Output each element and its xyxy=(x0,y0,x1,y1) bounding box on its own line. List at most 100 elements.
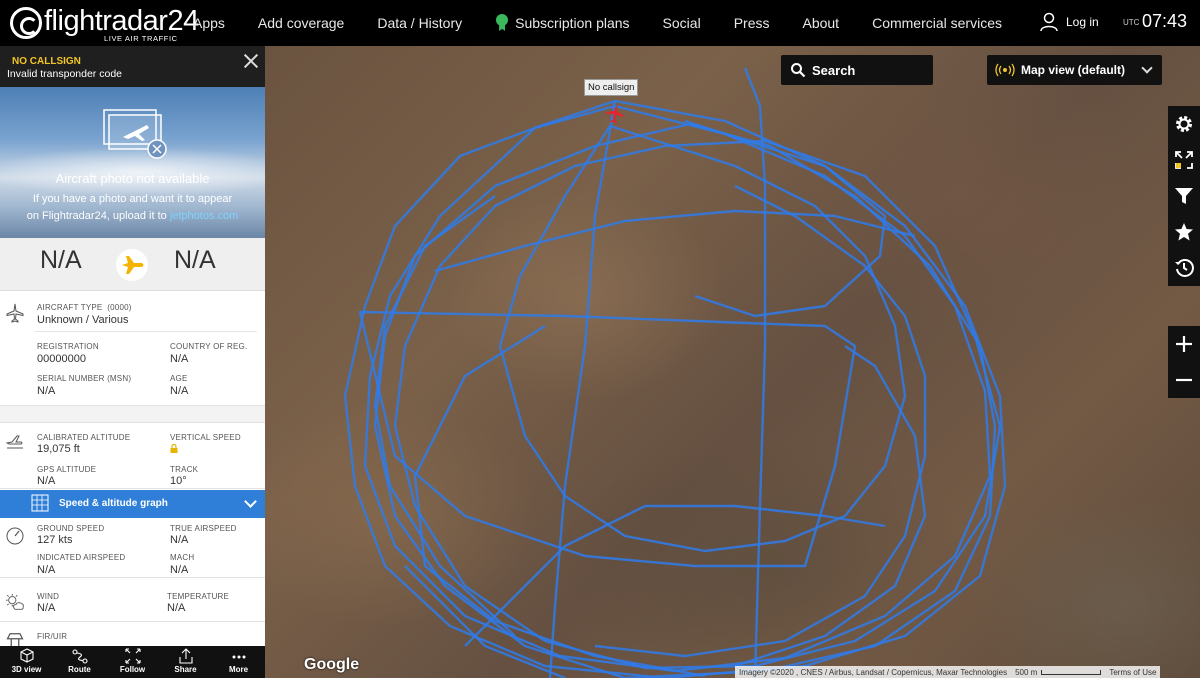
weather-icon xyxy=(5,593,24,610)
terms-of-use-link[interactable]: Terms of Use xyxy=(1105,668,1160,677)
follow-label: Follow xyxy=(119,665,146,674)
photo-unavailable-title: Aircraft photo not available xyxy=(55,171,210,186)
zoom-in-button[interactable] xyxy=(1168,326,1200,362)
star-icon xyxy=(1175,223,1193,241)
aircraft-marker-icon[interactable] xyxy=(604,103,626,125)
aircraft-callsign-tag: No callsign xyxy=(584,79,639,96)
zoom-controls xyxy=(1168,326,1200,398)
jetphotos-link[interactable]: jetphotos.com xyxy=(170,210,238,222)
login-button[interactable]: Log in xyxy=(1040,12,1099,32)
login-label: Log in xyxy=(1066,15,1099,29)
wind-label: WIND xyxy=(37,592,60,601)
settings-button[interactable] xyxy=(1168,106,1200,142)
flightradar24-logo[interactable]: flightradar24 LIVE AIR TRAFFIC xyxy=(10,5,199,43)
map-view-dropdown[interactable]: Map view (default) xyxy=(987,55,1162,85)
utc-label: UTC xyxy=(1123,18,1140,27)
aircraft-type-label: AIRCRAFT TYPE (0000) xyxy=(37,303,132,312)
calibrated-altitude-label: CALIBRATED ALTITUDE xyxy=(37,433,131,442)
favorites-button[interactable] xyxy=(1168,214,1200,250)
user-icon xyxy=(1040,12,1058,32)
photo-upload-line1: If you have a photo and want it to appea… xyxy=(32,193,233,205)
route-button[interactable]: Route xyxy=(53,646,106,678)
photo-upload-text: If you have a photo and want it to appea… xyxy=(0,191,265,225)
callsign: NO CALLSIGN xyxy=(12,56,81,67)
top-navigation-bar: flightradar24 LIVE AIR TRAFFIC Apps Add … xyxy=(0,0,1200,46)
vertical-speed-label: VERTICAL SPEED xyxy=(170,433,241,442)
indicated-airspeed-label: INDICATED AIRSPEED xyxy=(37,553,126,562)
true-airspeed-label: TRUE AIRSPEED xyxy=(170,524,237,533)
utc-clock: 07:43 xyxy=(1142,11,1188,31)
3d-view-button[interactable]: 3D view xyxy=(0,646,53,678)
cube-icon xyxy=(19,648,34,663)
registration-value: 00000000 xyxy=(37,353,86,365)
more-button[interactable]: More xyxy=(212,646,265,678)
share-icon xyxy=(178,648,193,664)
radar-logo-icon xyxy=(10,7,42,39)
registration-label: REGISTRATION xyxy=(37,342,99,351)
nav-data-history[interactable]: Data / History xyxy=(377,15,462,31)
nav-about[interactable]: About xyxy=(802,15,839,31)
map-tools xyxy=(1168,106,1200,286)
graph-grid-icon xyxy=(31,494,49,512)
zoom-out-button[interactable] xyxy=(1168,362,1200,398)
scale-bar: 500 m xyxy=(1011,668,1105,677)
map-view-label: Map view (default) xyxy=(1021,63,1126,77)
true-airspeed-value: N/A xyxy=(170,534,189,546)
panel-header: NO CALLSIGN Invalid transponder code xyxy=(0,46,265,87)
nav-subscription-label: Subscription plans xyxy=(515,15,630,31)
zoom-in-icon xyxy=(1176,336,1192,352)
lock-icon[interactable] xyxy=(170,444,178,453)
imagery-credits: Imagery ©2020 , CNES / Airbus, Landsat /… xyxy=(739,667,1008,677)
origin-airport: N/A xyxy=(40,246,82,274)
speed-altitude-graph-toggle[interactable]: Speed & altitude graph xyxy=(0,490,265,518)
nav-commercial-services[interactable]: Commercial services xyxy=(872,15,1002,31)
award-badge-icon xyxy=(495,14,509,32)
nav-apps[interactable]: Apps xyxy=(193,15,225,31)
follow-button[interactable]: Follow xyxy=(106,646,159,678)
route-label: Route xyxy=(68,665,91,674)
country-label: COUNTRY OF REG. xyxy=(170,342,248,351)
chevron-down-icon xyxy=(244,495,257,508)
photo-upload-line2: on Flightradar24, upload it to xyxy=(26,210,167,222)
route-plane-icon xyxy=(116,249,148,281)
nav-social[interactable]: Social xyxy=(663,15,701,31)
no-photo-icon xyxy=(103,109,167,159)
aircraft-section: AIRCRAFT TYPE (0000) Unknown / Various R… xyxy=(0,291,265,406)
satellite-map[interactable]: No callsign Search Map view (default) Go… xyxy=(265,46,1200,678)
chevron-down-icon xyxy=(1141,62,1153,74)
altitude-section: CALIBRATED ALTITUDE 19,075 ft VERTICAL S… xyxy=(0,423,265,489)
more-label: More xyxy=(228,665,249,674)
flight-track xyxy=(343,67,1007,678)
track-value: 10° xyxy=(170,475,187,487)
close-icon[interactable] xyxy=(244,54,258,68)
playback-button[interactable] xyxy=(1168,250,1200,286)
route-bar: N/A N/A xyxy=(0,238,265,291)
airplane-icon xyxy=(6,303,24,323)
share-label: Share xyxy=(174,665,197,674)
aircraft-info-panel: NO CALLSIGN Invalid transponder code Air… xyxy=(0,46,265,678)
nav-add-coverage[interactable]: Add coverage xyxy=(258,15,344,31)
share-button[interactable]: Share xyxy=(159,646,212,678)
more-dots-icon xyxy=(232,655,245,659)
nav-press[interactable]: Press xyxy=(734,15,770,31)
mach-label: MACH xyxy=(170,553,195,562)
weather-section: WIND N/A TEMPERATURE N/A xyxy=(0,578,265,622)
expand-button[interactable] xyxy=(1168,142,1200,178)
speed-section: GROUND SPEED 127 kts TRUE AIRSPEED N/A I… xyxy=(0,518,265,578)
section-spacer xyxy=(0,406,265,423)
3d-view-label: 3D view xyxy=(11,665,42,674)
fir-uir-label: FIR/UIR xyxy=(37,632,68,641)
search-icon xyxy=(791,63,806,78)
age-value: N/A xyxy=(170,385,189,397)
wind-value: N/A xyxy=(37,602,56,614)
fir-section: FIR/UIR xyxy=(0,622,265,650)
expand-icon xyxy=(1175,151,1193,169)
search-box[interactable]: Search xyxy=(781,55,933,85)
nav-subscription-plans[interactable]: Subscription plans xyxy=(495,14,630,32)
serial-label: SERIAL NUMBER (MSN) xyxy=(37,374,132,383)
filter-button[interactable] xyxy=(1168,178,1200,214)
mach-value: N/A xyxy=(170,564,189,576)
follow-icon xyxy=(124,648,141,664)
search-label: Search xyxy=(812,63,856,78)
speedometer-icon xyxy=(6,527,24,545)
